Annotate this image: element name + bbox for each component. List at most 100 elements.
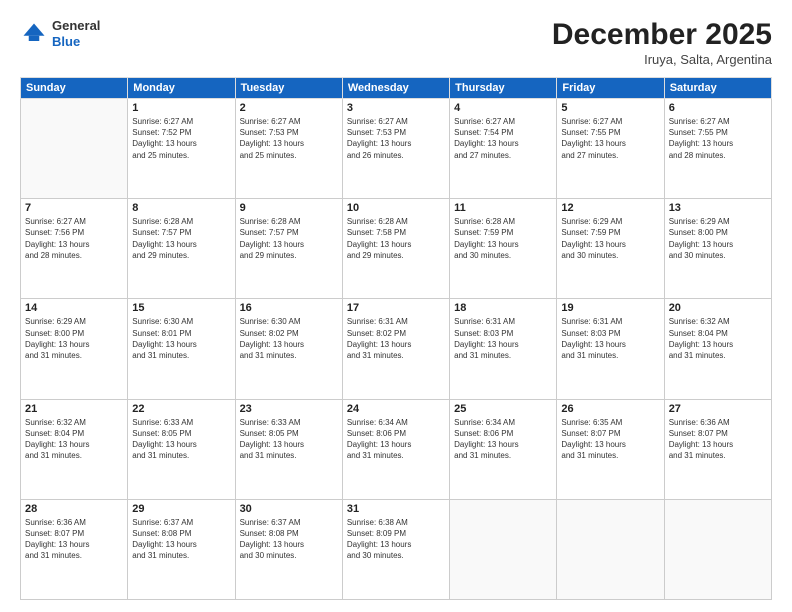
day-info: Sunrise: 6:29 AM Sunset: 8:00 PM Dayligh…	[669, 216, 767, 261]
day-info: Sunrise: 6:29 AM Sunset: 7:59 PM Dayligh…	[561, 216, 659, 261]
day-info: Sunrise: 6:31 AM Sunset: 8:03 PM Dayligh…	[454, 316, 552, 361]
calendar-cell: 1 Sunrise: 6:27 AM Sunset: 7:52 PM Daylig…	[128, 99, 235, 199]
day-info: Sunrise: 6:32 AM Sunset: 8:04 PM Dayligh…	[669, 316, 767, 361]
day-info: Sunrise: 6:33 AM Sunset: 8:05 PM Dayligh…	[240, 417, 338, 462]
calendar-cell: 25 Sunrise: 6:34 AM Sunset: 8:06 PM Dayli…	[450, 399, 557, 499]
day-number: 25	[454, 403, 552, 415]
week-row-2: 14 Sunrise: 6:29 AM Sunset: 8:00 PM Dayli…	[21, 299, 772, 399]
day-number: 24	[347, 403, 445, 415]
day-header-sunday: Sunday	[21, 78, 128, 99]
day-info: Sunrise: 6:37 AM Sunset: 8:08 PM Dayligh…	[240, 517, 338, 562]
calendar-cell: 7 Sunrise: 6:27 AM Sunset: 7:56 PM Daylig…	[21, 199, 128, 299]
header: General Blue December 2025 Iruya, Salta,…	[20, 18, 772, 67]
day-number: 13	[669, 202, 767, 214]
day-number: 1	[132, 102, 230, 114]
calendar-cell	[21, 99, 128, 199]
calendar-cell: 3Sunrise: 6:27 AM Sunset: 7:53 PM Daylig…	[342, 99, 449, 199]
calendar-cell: 5Sunrise: 6:27 AM Sunset: 7:55 PM Daylig…	[557, 99, 664, 199]
day-info: Sunrise: 6:32 AM Sunset: 8:04 PM Dayligh…	[25, 417, 123, 462]
calendar-cell	[450, 499, 557, 599]
calendar-cell: 9Sunrise: 6:28 AM Sunset: 7:57 PM Daylig…	[235, 199, 342, 299]
day-number: 8	[132, 202, 230, 214]
calendar-cell: 6Sunrise: 6:27 AM Sunset: 7:55 PM Daylig…	[664, 99, 771, 199]
calendar-cell: 11 Sunrise: 6:28 AM Sunset: 7:59 PM Dayli…	[450, 199, 557, 299]
day-info: Sunrise: 6:31 AM Sunset: 8:03 PM Dayligh…	[561, 316, 659, 361]
calendar-cell: 20 Sunrise: 6:32 AM Sunset: 8:04 PM Dayli…	[664, 299, 771, 399]
day-number: 15	[132, 302, 230, 314]
day-info: Sunrise: 6:36 AM Sunset: 8:07 PM Dayligh…	[25, 517, 123, 562]
day-number: 23	[240, 403, 338, 415]
day-info: Sunrise: 6:28 AM Sunset: 7:57 PM Dayligh…	[132, 216, 230, 261]
day-info: Sunrise: 6:38 AM Sunset: 8:09 PM Dayligh…	[347, 517, 445, 562]
day-info: Sunrise: 6:27 AM Sunset: 7:54 PM Dayligh…	[454, 116, 552, 161]
logo-general: General	[52, 18, 100, 33]
day-info: Sunrise: 6:28 AM Sunset: 7:59 PM Dayligh…	[454, 216, 552, 261]
calendar-cell: 18 Sunrise: 6:31 AM Sunset: 8:03 PM Dayli…	[450, 299, 557, 399]
calendar-cell: 31 Sunrise: 6:38 AM Sunset: 8:09 PM Dayli…	[342, 499, 449, 599]
day-info: Sunrise: 6:27 AM Sunset: 7:56 PM Dayligh…	[25, 216, 123, 261]
day-number: 12	[561, 202, 659, 214]
location: Iruya, Salta, Argentina	[552, 52, 772, 67]
day-number: 19	[561, 302, 659, 314]
header-row: SundayMondayTuesdayWednesdayThursdayFrid…	[21, 78, 772, 99]
day-info: Sunrise: 6:36 AM Sunset: 8:07 PM Dayligh…	[669, 417, 767, 462]
day-number: 18	[454, 302, 552, 314]
page: General Blue December 2025 Iruya, Salta,…	[0, 0, 792, 612]
day-header-wednesday: Wednesday	[342, 78, 449, 99]
day-info: Sunrise: 6:34 AM Sunset: 8:06 PM Dayligh…	[454, 417, 552, 462]
calendar-cell: 8 Sunrise: 6:28 AM Sunset: 7:57 PM Daylig…	[128, 199, 235, 299]
calendar-cell	[664, 499, 771, 599]
calendar-cell: 12 Sunrise: 6:29 AM Sunset: 7:59 PM Dayli…	[557, 199, 664, 299]
day-header-tuesday: Tuesday	[235, 78, 342, 99]
calendar-cell: 4 Sunrise: 6:27 AM Sunset: 7:54 PM Daylig…	[450, 99, 557, 199]
day-number: 14	[25, 302, 123, 314]
logo-blue: Blue	[52, 34, 80, 49]
calendar-cell: 16 Sunrise: 6:30 AM Sunset: 8:02 PM Dayli…	[235, 299, 342, 399]
calendar-cell: 15Sunrise: 6:30 AM Sunset: 8:01 PM Dayli…	[128, 299, 235, 399]
day-number: 20	[669, 302, 767, 314]
week-row-3: 21Sunrise: 6:32 AM Sunset: 8:04 PM Dayli…	[21, 399, 772, 499]
day-info: Sunrise: 6:28 AM Sunset: 7:57 PM Dayligh…	[240, 216, 338, 261]
day-info: Sunrise: 6:27 AM Sunset: 7:53 PM Dayligh…	[347, 116, 445, 161]
calendar-cell: 17 Sunrise: 6:31 AM Sunset: 8:02 PM Dayli…	[342, 299, 449, 399]
calendar-cell: 28Sunrise: 6:36 AM Sunset: 8:07 PM Dayli…	[21, 499, 128, 599]
calendar-cell: 27 Sunrise: 6:36 AM Sunset: 8:07 PM Dayli…	[664, 399, 771, 499]
day-number: 7	[25, 202, 123, 214]
week-row-1: 7 Sunrise: 6:27 AM Sunset: 7:56 PM Daylig…	[21, 199, 772, 299]
calendar-cell: 21Sunrise: 6:32 AM Sunset: 8:04 PM Dayli…	[21, 399, 128, 499]
day-info: Sunrise: 6:29 AM Sunset: 8:00 PM Dayligh…	[25, 316, 123, 361]
day-header-saturday: Saturday	[664, 78, 771, 99]
day-number: 29	[132, 503, 230, 515]
day-info: Sunrise: 6:37 AM Sunset: 8:08 PM Dayligh…	[132, 517, 230, 562]
day-number: 31	[347, 503, 445, 515]
calendar-table: SundayMondayTuesdayWednesdayThursdayFrid…	[20, 77, 772, 600]
day-number: 22	[132, 403, 230, 415]
calendar-cell: 30 Sunrise: 6:37 AM Sunset: 8:08 PM Dayli…	[235, 499, 342, 599]
day-number: 30	[240, 503, 338, 515]
day-number: 6	[669, 102, 767, 114]
day-number: 27	[669, 403, 767, 415]
day-number: 4	[454, 102, 552, 114]
week-row-0: 1 Sunrise: 6:27 AM Sunset: 7:52 PM Daylig…	[21, 99, 772, 199]
day-number: 16	[240, 302, 338, 314]
calendar-cell: 10 Sunrise: 6:28 AM Sunset: 7:58 PM Dayli…	[342, 199, 449, 299]
day-number: 11	[454, 202, 552, 214]
day-header-thursday: Thursday	[450, 78, 557, 99]
day-info: Sunrise: 6:27 AM Sunset: 7:52 PM Dayligh…	[132, 116, 230, 161]
month-title: December 2025	[552, 18, 772, 52]
title-block: December 2025 Iruya, Salta, Argentina	[552, 18, 772, 67]
day-number: 10	[347, 202, 445, 214]
calendar-cell: 23 Sunrise: 6:33 AM Sunset: 8:05 PM Dayli…	[235, 399, 342, 499]
calendar-cell	[557, 499, 664, 599]
day-header-friday: Friday	[557, 78, 664, 99]
day-info: Sunrise: 6:28 AM Sunset: 7:58 PM Dayligh…	[347, 216, 445, 261]
day-info: Sunrise: 6:31 AM Sunset: 8:02 PM Dayligh…	[347, 316, 445, 361]
day-info: Sunrise: 6:30 AM Sunset: 8:02 PM Dayligh…	[240, 316, 338, 361]
day-number: 17	[347, 302, 445, 314]
calendar-cell: 24Sunrise: 6:34 AM Sunset: 8:06 PM Dayli…	[342, 399, 449, 499]
day-number: 2	[240, 102, 338, 114]
day-number: 26	[561, 403, 659, 415]
calendar-cell: 13 Sunrise: 6:29 AM Sunset: 8:00 PM Dayli…	[664, 199, 771, 299]
logo-text: General Blue	[52, 18, 100, 49]
day-info: Sunrise: 6:27 AM Sunset: 7:53 PM Dayligh…	[240, 116, 338, 161]
